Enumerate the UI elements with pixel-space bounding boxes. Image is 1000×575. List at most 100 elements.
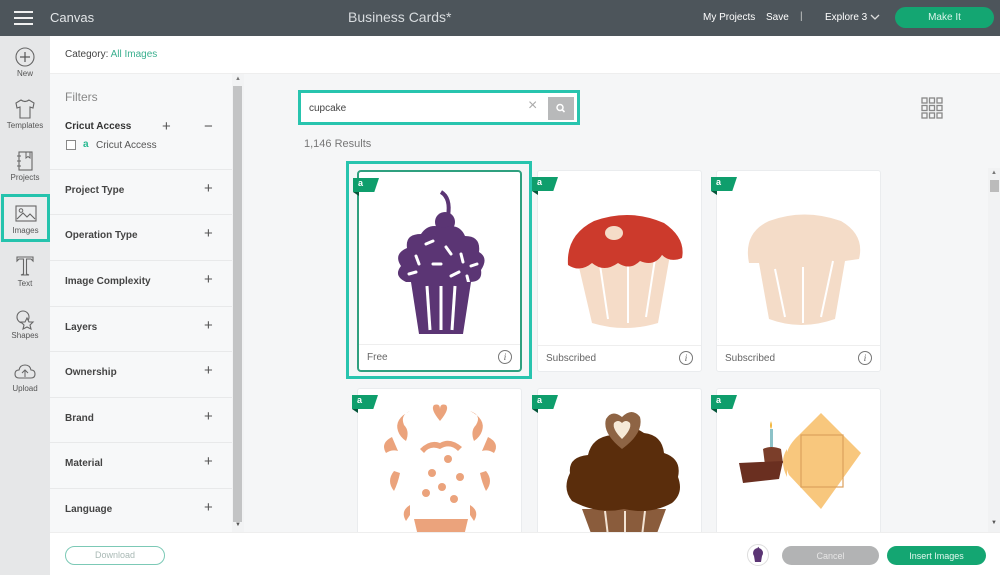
nav-label: Images bbox=[12, 226, 39, 235]
chevron-down-icon[interactable] bbox=[870, 12, 880, 22]
nav-label: New bbox=[16, 69, 33, 78]
nav-upload[interactable]: Upload bbox=[0, 361, 50, 411]
expand-plus-icon[interactable]: + bbox=[204, 225, 213, 242]
nav-shapes[interactable]: Shapes bbox=[0, 308, 50, 358]
app-name: Canvas bbox=[50, 10, 95, 25]
left-nav: New Templates Projects Images Text Shape… bbox=[0, 36, 50, 575]
badge-fold bbox=[352, 409, 358, 413]
scrollbar-thumb[interactable] bbox=[990, 180, 999, 192]
results-scrollbar[interactable]: ▲ ▼ bbox=[988, 168, 1000, 532]
badge-fold bbox=[711, 409, 717, 413]
card-footer: Free i bbox=[359, 344, 520, 370]
filter-label: Language bbox=[65, 504, 113, 515]
card-footer: Subscribed i bbox=[538, 345, 701, 371]
tshirt-icon bbox=[15, 99, 35, 119]
scroll-up-arrow-icon[interactable]: ▲ bbox=[991, 170, 997, 176]
hamburger-menu-icon[interactable] bbox=[14, 11, 33, 25]
filter-label: Layers bbox=[65, 322, 98, 333]
insert-images-button[interactable]: Insert Images bbox=[887, 546, 986, 565]
make-it-button[interactable]: Make It bbox=[895, 7, 994, 28]
expand-plus-icon[interactable]: + bbox=[204, 408, 213, 425]
purple-cupcake-thumbnail-icon bbox=[753, 546, 763, 562]
image-card[interactable]: a Subscribed i bbox=[711, 170, 881, 372]
filter-operation-type[interactable]: Operation Type + bbox=[50, 214, 232, 259]
search-button[interactable] bbox=[548, 97, 574, 120]
expand-plus-icon[interactable]: + bbox=[204, 499, 213, 516]
bottom-bar: Download Cancel Insert Images bbox=[50, 532, 1000, 575]
image-card[interactable]: a bbox=[532, 388, 702, 548]
cricut-access-checkbox-label[interactable]: Cricut Access bbox=[96, 140, 157, 151]
license-status: Subscribed bbox=[546, 353, 597, 364]
expand-plus-icon[interactable]: + bbox=[204, 180, 213, 197]
badge-fold bbox=[532, 191, 538, 195]
nav-label: Shapes bbox=[11, 331, 39, 340]
expand-plus-icon[interactable]: + bbox=[204, 453, 213, 470]
card-footer: Subscribed i bbox=[717, 345, 880, 371]
red-frosting-cupcake-image bbox=[567, 214, 683, 328]
cake-slice-envelope-image bbox=[739, 413, 861, 509]
document-title[interactable]: Business Cards* bbox=[348, 9, 452, 25]
badge-glyph: a bbox=[357, 395, 363, 405]
scroll-down-arrow-icon[interactable]: ▼ bbox=[991, 520, 997, 526]
nav-text[interactable]: Text bbox=[0, 254, 50, 304]
expand-plus-icon[interactable]: + bbox=[204, 362, 213, 379]
clear-search-icon[interactable]: × bbox=[528, 97, 537, 115]
cloud-upload-icon bbox=[14, 364, 36, 379]
image-card[interactable]: a bbox=[352, 388, 522, 548]
filters-scrollbar[interactable]: ▲ ▼ bbox=[232, 74, 244, 532]
grid-view-icon[interactable] bbox=[921, 97, 943, 119]
download-button[interactable]: Download bbox=[65, 546, 165, 565]
plain-cupcake-image bbox=[747, 214, 861, 325]
filter-label: Image Complexity bbox=[65, 276, 151, 287]
filter-material[interactable]: Material + bbox=[50, 442, 232, 487]
search-input[interactable] bbox=[309, 99, 509, 117]
info-icon[interactable]: i bbox=[679, 351, 693, 365]
text-t-icon bbox=[16, 256, 34, 276]
top-bar: Canvas Business Cards* My Projects Save … bbox=[0, 0, 1000, 36]
nav-projects[interactable]: Projects bbox=[0, 150, 50, 200]
filter-label: Material bbox=[65, 458, 103, 469]
nav-images[interactable]: Images bbox=[1, 194, 50, 242]
filter-image-complexity[interactable]: Image Complexity + bbox=[50, 260, 232, 305]
save-link[interactable]: Save bbox=[766, 12, 789, 23]
badge-glyph: a bbox=[537, 177, 543, 187]
filter-label: Operation Type bbox=[65, 230, 138, 241]
cricut-access-collapse-button[interactable]: − bbox=[204, 118, 213, 135]
image-card[interactable]: a Free i bbox=[353, 170, 522, 372]
filter-label: Brand bbox=[65, 413, 94, 424]
nav-new[interactable]: New bbox=[0, 46, 50, 96]
category-value-link[interactable]: All Images bbox=[111, 49, 158, 60]
nav-templates[interactable]: Templates bbox=[0, 98, 50, 148]
license-status: Free bbox=[367, 352, 388, 363]
category-breadcrumb: Category: All Images bbox=[65, 49, 157, 60]
filter-ownership[interactable]: Ownership + bbox=[50, 351, 232, 396]
filter-project-type[interactable]: Project Type + bbox=[50, 169, 232, 214]
expand-plus-icon[interactable]: + bbox=[204, 317, 213, 334]
category-label: Category: bbox=[65, 49, 109, 60]
selected-image-thumbnail bbox=[747, 544, 769, 566]
cricut-access-checkbox[interactable] bbox=[66, 140, 76, 150]
results-count: 1,146 Results bbox=[304, 138, 372, 150]
cancel-button[interactable]: Cancel bbox=[782, 546, 879, 565]
scrollbar-thumb[interactable] bbox=[233, 86, 242, 522]
notebook-icon bbox=[17, 151, 33, 171]
image-card[interactable]: a bbox=[711, 388, 881, 548]
filter-layers[interactable]: Layers + bbox=[50, 306, 232, 351]
cricut-access-expand-button[interactable]: + bbox=[162, 118, 171, 135]
filter-label: Project Type bbox=[65, 185, 125, 196]
nav-label: Text bbox=[17, 279, 33, 288]
machine-select[interactable]: Explore 3 bbox=[825, 12, 867, 23]
expand-plus-icon[interactable]: + bbox=[204, 271, 213, 288]
scroll-down-arrow-icon[interactable]: ▼ bbox=[235, 522, 241, 528]
badge-fold bbox=[353, 192, 359, 196]
info-icon[interactable]: i bbox=[498, 350, 512, 364]
nav-label: Upload bbox=[12, 384, 38, 393]
my-projects-link[interactable]: My Projects bbox=[703, 12, 755, 23]
image-card[interactable]: a Subscribed i bbox=[532, 170, 702, 372]
scroll-up-arrow-icon[interactable]: ▲ bbox=[235, 76, 241, 82]
cricut-access-icon: a bbox=[83, 139, 89, 150]
filters-title: Filters bbox=[65, 90, 98, 104]
filter-brand[interactable]: Brand + bbox=[50, 397, 232, 442]
filter-language[interactable]: Language + bbox=[50, 488, 232, 533]
info-icon[interactable]: i bbox=[858, 351, 872, 365]
